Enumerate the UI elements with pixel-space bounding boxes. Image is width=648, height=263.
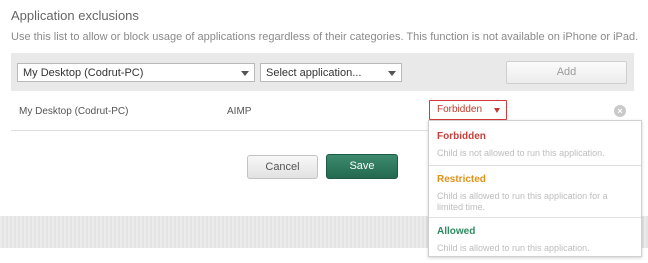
device-select[interactable]: My Desktop (Codrut-PC)	[17, 63, 255, 82]
chevron-down-icon	[494, 108, 500, 113]
chevron-down-icon	[388, 71, 396, 76]
status-option-forbidden[interactable]: Forbidden Child is not allowed to run th…	[429, 121, 641, 165]
application-select-value: Select application...	[266, 67, 362, 79]
status-option-restricted[interactable]: Restricted Child is allowed to run this …	[429, 165, 641, 217]
option-label: Allowed	[437, 226, 476, 237]
option-label: Restricted	[437, 174, 486, 185]
section-description: Use this list to allow or block usage of…	[11, 31, 639, 43]
device-select-value: My Desktop (Codrut-PC)	[23, 67, 144, 79]
add-exclusion-toolbar: My Desktop (Codrut-PC) Select applicatio…	[11, 53, 634, 91]
remove-circle-icon[interactable]: ×	[614, 105, 626, 117]
option-label: Forbidden	[437, 131, 486, 142]
status-dropdown-menu: Forbidden Child is not allowed to run th…	[428, 120, 642, 257]
cancel-button[interactable]: Cancel	[247, 155, 318, 179]
application-select[interactable]: Select application...	[260, 63, 402, 82]
option-description: Child is allowed to run this application…	[437, 191, 608, 212]
option-description: Child is not allowed to run this applica…	[437, 148, 605, 158]
add-button[interactable]: Add	[506, 61, 627, 84]
section-title: Application exclusions	[11, 8, 139, 23]
status-select-value: Forbidden	[437, 104, 483, 115]
option-description: Child is allowed to run this application…	[437, 243, 590, 253]
chevron-down-icon	[241, 71, 249, 76]
save-button[interactable]: Save	[326, 154, 398, 179]
row-device-name: My Desktop (Codrut-PC)	[19, 106, 129, 117]
row-application-name: AIMP	[227, 106, 252, 117]
status-select[interactable]: Forbidden	[429, 100, 507, 120]
status-option-allowed[interactable]: Allowed Child is allowed to run this app…	[429, 217, 641, 258]
